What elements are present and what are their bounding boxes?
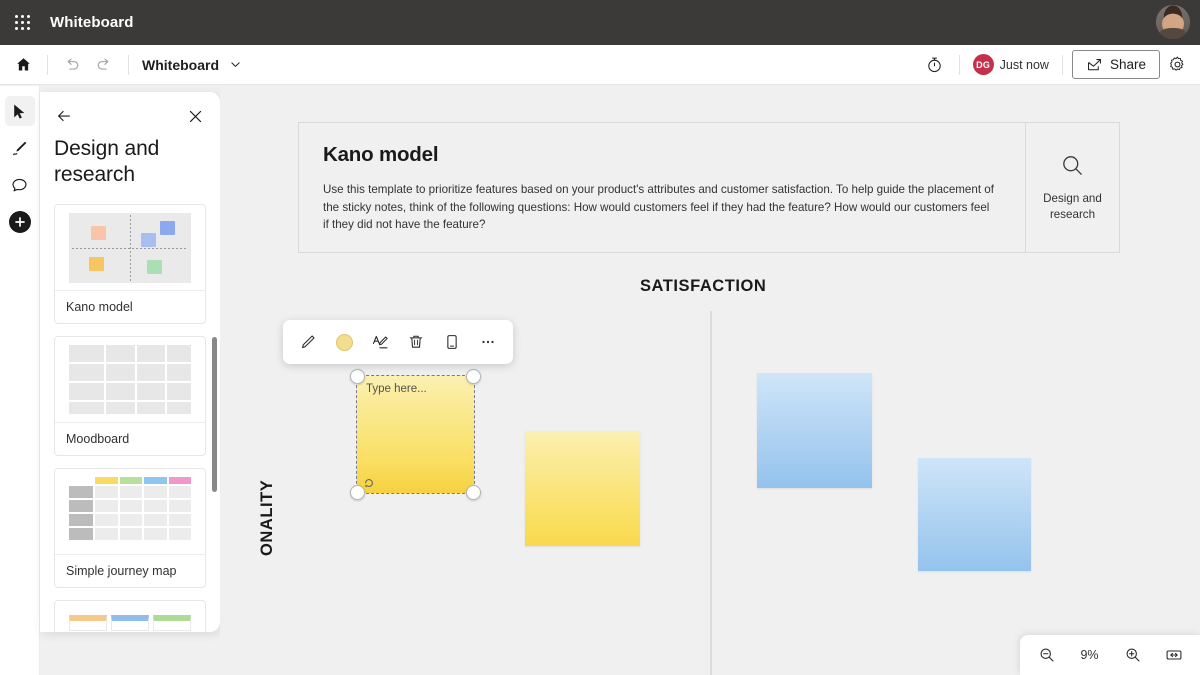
sticky-note-blue-2[interactable] [918, 458, 1031, 571]
share-label: Share [1109, 57, 1146, 72]
app-title: Whiteboard [50, 14, 134, 31]
pen-icon [301, 335, 315, 349]
ink-tool[interactable] [5, 133, 35, 163]
app-launcher-icon[interactable] [0, 0, 44, 45]
zoom-in-icon [1126, 648, 1139, 662]
frame-side-panel: Design and research [1025, 123, 1119, 252]
template-card-kano-model[interactable]: Kano model [54, 204, 206, 324]
axis-x-label: SATISFACTION [640, 277, 767, 295]
plus-circle-icon [8, 211, 31, 233]
template-list: Kano model Moodboard Simple journey map [40, 204, 220, 632]
zoom-in-button[interactable] [1118, 640, 1148, 670]
comment-bubble-icon [12, 178, 27, 191]
comment-tool[interactable] [5, 170, 35, 200]
template-card-moodboard[interactable]: Moodboard [54, 336, 206, 456]
selected-sticky-note[interactable]: Type here... [350, 369, 481, 500]
panel-title: Design and research [54, 137, 160, 187]
pen-icon [12, 141, 26, 156]
presence-status: Just now [999, 57, 1049, 72]
kano-quadrant-thumb [55, 205, 205, 290]
divider [128, 54, 129, 75]
sticky-note-blue-1[interactable] [757, 373, 872, 488]
share-button[interactable]: Share [1071, 50, 1160, 79]
note-text-placeholder[interactable]: Type here... [366, 383, 427, 395]
template-card-partial[interactable] [54, 600, 206, 632]
whiteboard-app: Whiteboard Whiteboard DG Just now Share … [0, 0, 1200, 675]
resize-handle-bottom-left[interactable] [350, 485, 365, 500]
chevron-down-icon[interactable] [229, 58, 242, 71]
fit-to-screen-icon [1166, 650, 1181, 660]
resize-handle-top-right[interactable] [466, 369, 481, 384]
home-icon[interactable] [8, 50, 38, 80]
frame-side-label: Design and research [1043, 192, 1102, 221]
template-card-simple-journey-map[interactable]: Simple journey map [54, 468, 206, 588]
template-gallery-panel: Design and research Kano model Moodboard… [40, 92, 220, 632]
redo-arrow-icon[interactable] [89, 50, 119, 80]
sticky-note-yellow[interactable] [525, 431, 640, 546]
zoom-control: 9% [1020, 635, 1200, 675]
duplicate-icon [447, 335, 457, 349]
close-icon[interactable] [185, 106, 206, 127]
suite-header: Whiteboard [0, 0, 1200, 45]
color-swatch-button[interactable] [327, 325, 361, 359]
presence-initials: DG [972, 54, 994, 75]
divider [1061, 54, 1063, 75]
presence-indicator[interactable]: DG Just now [969, 54, 1053, 75]
rotate-handle-icon[interactable] [363, 477, 375, 489]
select-tool[interactable] [4, 96, 35, 126]
back-arrow-icon[interactable] [52, 104, 76, 128]
cursor-arrow-icon [14, 104, 25, 119]
command-bar: Whiteboard DG Just now Share [0, 45, 1200, 85]
selected-note-body[interactable]: Type here... [356, 375, 475, 494]
color-circle-icon [335, 333, 353, 351]
more-options-button[interactable] [471, 325, 505, 359]
zoom-out-icon [1040, 648, 1053, 662]
zoom-out-button[interactable] [1032, 640, 1062, 670]
whiteboard-canvas[interactable]: Kano model Use this template to prioriti… [220, 86, 1200, 675]
panel-scrollbar[interactable] [212, 337, 217, 492]
moodboard-grid-thumb [55, 337, 205, 422]
tool-rail [0, 86, 40, 675]
resize-handle-top-left[interactable] [350, 369, 365, 384]
resize-handle-bottom-right[interactable] [466, 485, 481, 500]
text-format-icon [372, 335, 388, 348]
edit-pen-button[interactable] [291, 325, 325, 359]
trash-icon [409, 335, 423, 348]
template-frame-header: Kano model Use this template to prioriti… [298, 122, 1120, 253]
fit-to-screen-button[interactable] [1159, 640, 1189, 670]
context-toolbar [283, 320, 513, 364]
journey-map-table-thumb [55, 469, 205, 554]
user-avatar[interactable] [1156, 5, 1190, 39]
format-text-button[interactable] [363, 325, 397, 359]
delete-button[interactable] [399, 325, 433, 359]
frame-description: Use this template to prioritize features… [323, 183, 994, 232]
search-icon [1063, 156, 1082, 176]
template-label: Moodboard [55, 422, 205, 455]
duplicate-button[interactable] [435, 325, 469, 359]
timer-icon[interactable] [920, 50, 950, 80]
undo-arrow-icon[interactable] [57, 50, 87, 80]
template-label: Kano model [55, 290, 205, 323]
axis-y-label: ONALITY [258, 479, 276, 556]
document-title[interactable]: Whiteboard [142, 57, 219, 73]
frame-heading: Kano model [323, 143, 439, 166]
gear-icon[interactable] [1162, 50, 1192, 80]
ellipsis-icon [482, 340, 494, 344]
share-icon [1088, 59, 1101, 71]
axis-vertical-line [710, 311, 712, 675]
divider [958, 54, 960, 75]
template-label: Simple journey map [55, 554, 205, 587]
zoom-level-label[interactable]: 9% [1073, 648, 1107, 662]
divider [47, 54, 48, 75]
partial-template-thumb [55, 601, 205, 632]
insert-tool[interactable] [5, 207, 35, 237]
